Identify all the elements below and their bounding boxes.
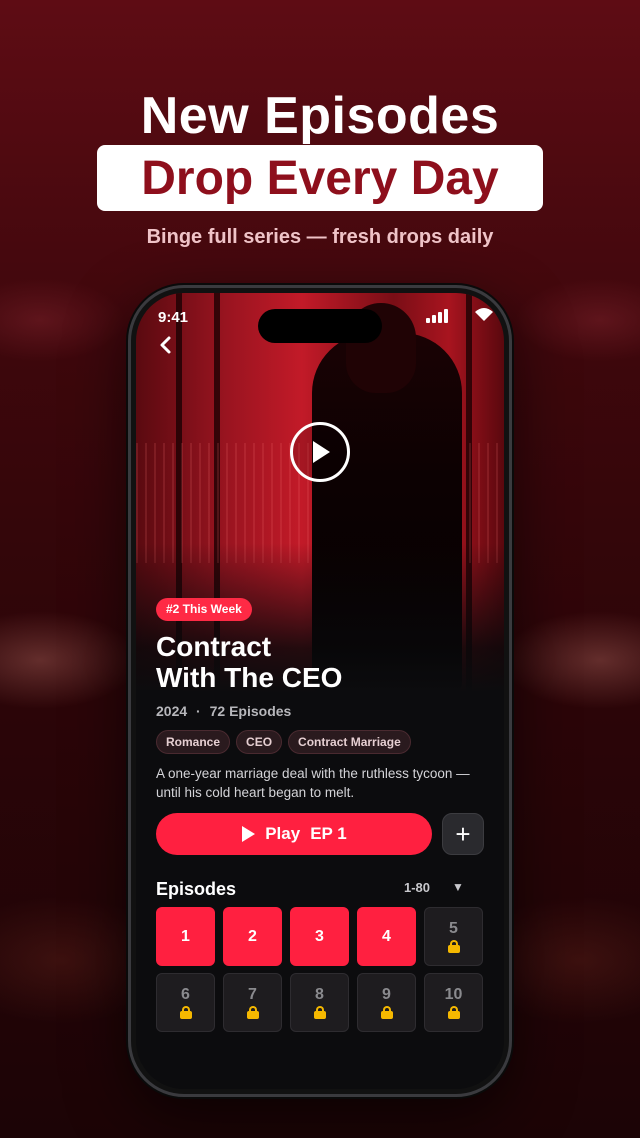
play-icon [242, 826, 256, 842]
tag-contract-marriage[interactable]: Contract Marriage [288, 730, 411, 754]
episode-tile-locked[interactable]: 10 [424, 973, 483, 1032]
promo-banner: Drop Every Day [97, 145, 543, 211]
tag-list: Romance CEO Contract Marriage [156, 730, 411, 754]
promo-headline: New Episodes [140, 87, 500, 145]
episode-tile[interactable]: 3 [290, 907, 349, 966]
episode-number: 8 [315, 986, 324, 1003]
add-to-list-button[interactable]: + [442, 813, 484, 855]
lock-icon [179, 1006, 192, 1019]
chevron-left-icon [160, 336, 171, 354]
show-description: A one-year marriage deal with the ruthle… [156, 766, 470, 800]
episode-number: 2 [248, 927, 257, 945]
episode-tile[interactable]: 1 [156, 907, 215, 966]
episode-number: 7 [248, 986, 257, 1003]
lock-icon [380, 1006, 393, 1019]
plus-icon: + [455, 819, 471, 849]
status-time: 9:41 [158, 309, 189, 326]
episode-tile[interactable]: 2 [223, 907, 282, 966]
episode-tile-locked[interactable]: 9 [357, 973, 416, 1032]
episode-number: 4 [382, 927, 391, 945]
episode-tile-locked[interactable]: 7 [223, 973, 282, 1032]
dynamic-island [258, 309, 382, 343]
show-year: 2024 [156, 703, 188, 719]
lock-icon [313, 1006, 326, 1019]
wifi-icon [475, 308, 493, 321]
rank-badge: #2 This Week [156, 598, 252, 621]
episode-grid: 1 2 3 4 5 6 7 8 9 10 [156, 907, 483, 1032]
tag-romance[interactable]: Romance [156, 730, 231, 754]
episode-number: 10 [444, 986, 463, 1003]
episode-number: 9 [382, 986, 391, 1003]
show-title: Contract With The CEO [156, 631, 486, 693]
show-title-line2: With The CEO [156, 662, 343, 693]
phone-screen: 9:41 #2 This Week Contract With The CEO … [136, 293, 504, 1089]
episode-tile-locked[interactable]: 6 [156, 973, 215, 1032]
episode-tile-locked[interactable]: 5 [424, 907, 483, 966]
back-button[interactable] [154, 333, 178, 357]
play-label: Play [265, 824, 301, 843]
play-episode-button[interactable]: Play EP 1 [156, 813, 432, 855]
episode-tile[interactable]: 4 [357, 907, 416, 966]
episode-number: 3 [315, 927, 324, 945]
play-episode: EP 1 [310, 824, 347, 843]
lock-icon [447, 940, 460, 953]
show-meta: 2024 · 72 Episodes [156, 703, 291, 719]
play-icon [313, 441, 330, 463]
episode-number: 1 [181, 927, 190, 945]
episodes-heading: Episodes [156, 879, 237, 899]
promo-subhead: Binge full series — fresh drops daily [146, 226, 494, 248]
lock-icon [447, 1006, 460, 1019]
caret-down-icon[interactable]: ▼ [452, 880, 464, 894]
video-play-button[interactable] [290, 422, 350, 482]
show-title-line1: Contract [156, 631, 272, 662]
episode-range-selector[interactable]: 1-80 [404, 880, 430, 895]
promo-banner-text: Drop Every Day [141, 151, 499, 205]
lock-icon [246, 1006, 259, 1019]
signal-icon [426, 309, 448, 323]
episode-number: 6 [181, 986, 190, 1003]
episode-tile-locked[interactable]: 8 [290, 973, 349, 1032]
meta-separator: · [196, 703, 201, 719]
tag-ceo[interactable]: CEO [236, 730, 283, 754]
episode-number: 5 [449, 920, 458, 937]
episode-count: 72 Episodes [209, 703, 292, 719]
